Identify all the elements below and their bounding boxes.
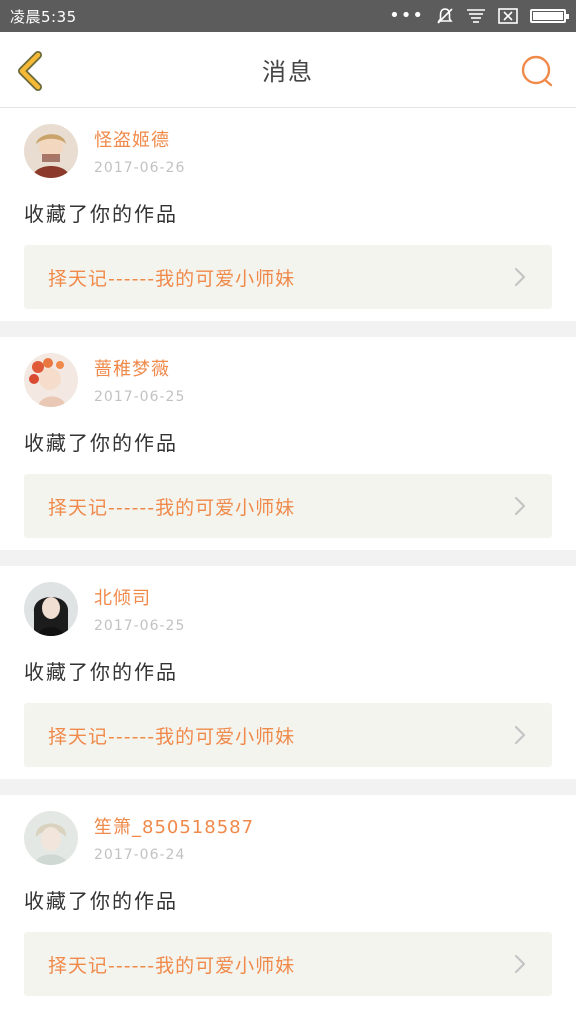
work-title: 择天记------我的可爱小师妹 [48, 267, 296, 290]
chevron-right-icon [514, 954, 526, 974]
user-meta: 怪盗姬德 2017-06-26 [94, 126, 185, 176]
message-date: 2017-06-25 [94, 618, 186, 634]
search-icon [521, 55, 553, 87]
user-meta: 笙箫_850518587 2017-06-24 [94, 813, 254, 863]
action-text: 收藏了你的作品 [24, 202, 178, 226]
chevron-right-icon [514, 725, 526, 745]
message-date: 2017-06-26 [94, 160, 186, 176]
message-card: 笙箫_850518587 2017-06-24 收藏了你的作品 择天记-----… [0, 795, 576, 1008]
message-date: 2017-06-24 [94, 847, 186, 863]
user-row: 笙箫_850518587 2017-06-24 [24, 809, 552, 867]
username[interactable]: 蔷稚梦薇 [94, 355, 185, 381]
message-card: 蔷稚梦薇 2017-06-25 收藏了你的作品 择天记------我的可爱小师妹 [0, 337, 576, 550]
work-link[interactable]: 择天记------我的可爱小师妹 [24, 932, 552, 996]
action-text: 收藏了你的作品 [24, 660, 178, 684]
work-title: 择天记------我的可爱小师妹 [48, 496, 296, 519]
work-link[interactable]: 择天记------我的可爱小师妹 [24, 474, 552, 538]
action-text: 收藏了你的作品 [24, 431, 178, 455]
user-row: 北倾司 2017-06-25 [24, 580, 552, 638]
chevron-right-icon [514, 496, 526, 516]
message-card: 怪盗姬德 2017-06-26 收藏了你的作品 择天记------我的可爱小师妹 [0, 108, 576, 321]
username[interactable]: 怪盗姬德 [94, 126, 185, 152]
divider [0, 779, 576, 795]
divider [0, 550, 576, 566]
status-bar: 凌晨5:35 ••• [0, 0, 576, 32]
message-date: 2017-06-25 [94, 389, 186, 405]
search-button[interactable] [520, 54, 554, 88]
work-link[interactable]: 择天记------我的可爱小师妹 [24, 245, 552, 309]
avatar[interactable] [24, 582, 78, 636]
user-row: 怪盗姬德 2017-06-26 [24, 122, 552, 180]
avatar[interactable] [24, 124, 78, 178]
chevron-right-icon [514, 267, 526, 287]
app-header: 消息 [0, 32, 576, 108]
user-row: 蔷稚梦薇 2017-06-25 [24, 351, 552, 409]
avatar[interactable] [24, 353, 78, 407]
divider [0, 321, 576, 337]
username[interactable]: 北倾司 [94, 584, 185, 610]
chevron-left-icon [18, 51, 42, 91]
user-meta: 蔷稚梦薇 2017-06-25 [94, 355, 185, 405]
user-meta: 北倾司 2017-06-25 [94, 584, 185, 634]
more-dots-icon: ••• [389, 5, 424, 26]
battery-icon [530, 9, 569, 23]
mute-bell-icon [436, 7, 454, 25]
work-title: 择天记------我的可爱小师妹 [48, 954, 296, 977]
action-text: 收藏了你的作品 [24, 889, 178, 913]
work-link[interactable]: 择天记------我的可爱小师妹 [24, 703, 552, 767]
status-time: 凌晨5:35 [10, 7, 77, 26]
notification-list-icon [466, 8, 486, 24]
page-title: 消息 [262, 58, 314, 86]
username[interactable]: 笙箫_850518587 [94, 813, 254, 839]
message-list: 怪盗姬德 2017-06-26 收藏了你的作品 择天记------我的可爱小师妹 [0, 108, 576, 1008]
avatar[interactable] [24, 811, 78, 865]
message-card: 北倾司 2017-06-25 收藏了你的作品 择天记------我的可爱小师妹 [0, 566, 576, 779]
status-icons: ••• [389, 5, 569, 26]
work-title: 择天记------我的可爱小师妹 [48, 725, 296, 748]
sim-close-icon [498, 8, 518, 24]
back-button[interactable] [14, 51, 50, 91]
